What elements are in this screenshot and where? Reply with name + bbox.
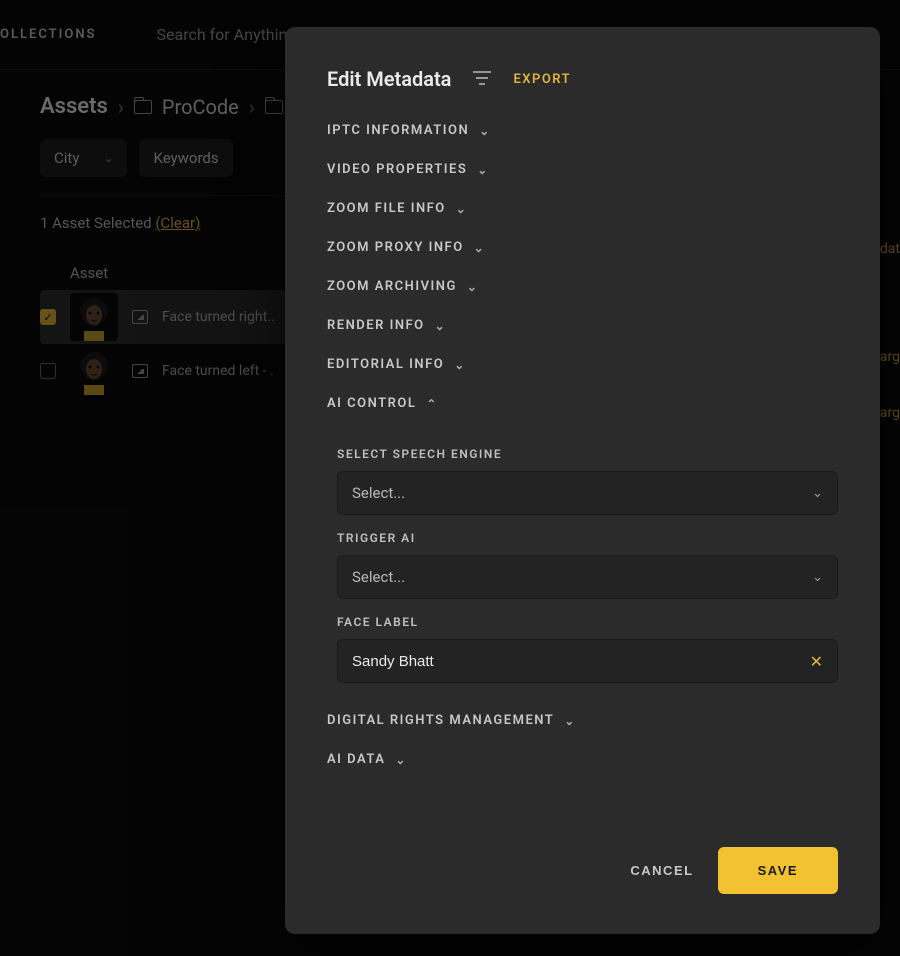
modal-body: IPTC INFORMATION ⌄ VIDEO PROPERTIES ⌄ ZO… — [285, 101, 880, 823]
chevron-down-icon: ⌄ — [812, 486, 823, 501]
chevron-down-icon: ⌄ — [395, 753, 407, 767]
section-zoom-proxy-info[interactable]: ZOOM PROXY INFO ⌄ — [327, 228, 838, 267]
filter-icon[interactable] — [473, 70, 491, 89]
field-label-face-label: FACE LABEL — [337, 599, 838, 639]
modal-header: Edit Metadata EXPORT — [285, 27, 880, 101]
chevron-down-icon: ⌄ — [812, 570, 823, 585]
section-label: VIDEO PROPERTIES — [327, 162, 467, 177]
section-label: ZOOM FILE INFO — [327, 201, 446, 216]
section-iptc-information[interactable]: IPTC INFORMATION ⌄ — [327, 111, 838, 150]
section-ai-data[interactable]: AI DATA ⌄ — [327, 740, 838, 779]
section-label: DIGITAL RIGHTS MANAGEMENT — [327, 713, 554, 728]
cancel-button[interactable]: CANCEL — [630, 863, 693, 878]
field-label-trigger-ai: TRIGGER AI — [337, 515, 838, 555]
section-editorial-info[interactable]: EDITORIAL INFO ⌄ — [327, 345, 838, 384]
section-label: AI CONTROL — [327, 396, 416, 411]
section-label: EDITORIAL INFO — [327, 357, 444, 372]
input-face-label[interactable]: ✕ — [337, 639, 838, 683]
export-button[interactable]: EXPORT — [513, 72, 571, 87]
clear-input-icon[interactable]: ✕ — [800, 652, 823, 671]
chevron-down-icon: ⌄ — [456, 202, 468, 216]
section-zoom-archiving[interactable]: ZOOM ARCHIVING ⌄ — [327, 267, 838, 306]
chevron-down-icon: ⌄ — [454, 358, 466, 372]
modal-title: Edit Metadata — [327, 67, 451, 91]
select-value: Select... — [352, 568, 405, 586]
chevron-down-icon: ⌄ — [479, 124, 491, 138]
ai-control-panel: SELECT SPEECH ENGINE Select... ⌄ TRIGGER… — [327, 423, 838, 687]
select-value: Select... — [352, 484, 405, 502]
modal-footer: CANCEL SAVE — [285, 823, 880, 934]
face-label-field[interactable] — [352, 653, 800, 670]
section-label: AI DATA — [327, 752, 385, 767]
section-render-info[interactable]: RENDER INFO ⌄ — [327, 306, 838, 345]
section-ai-control[interactable]: AI CONTROL ⌃ — [327, 384, 838, 423]
select-trigger-ai[interactable]: Select... ⌄ — [337, 555, 838, 599]
section-zoom-file-info[interactable]: ZOOM FILE INFO ⌄ — [327, 189, 838, 228]
section-video-properties[interactable]: VIDEO PROPERTIES ⌄ — [327, 150, 838, 189]
edit-metadata-modal: Edit Metadata EXPORT IPTC INFORMATION ⌄ … — [285, 27, 880, 934]
chevron-down-icon: ⌄ — [477, 163, 489, 177]
chevron-down-icon: ⌄ — [564, 714, 576, 728]
section-digital-rights-management[interactable]: DIGITAL RIGHTS MANAGEMENT ⌄ — [327, 701, 838, 740]
field-label-speech-engine: SELECT SPEECH ENGINE — [337, 431, 838, 471]
chevron-down-icon: ⌄ — [474, 241, 486, 255]
chevron-up-icon: ⌃ — [426, 397, 438, 411]
select-speech-engine[interactable]: Select... ⌄ — [337, 471, 838, 515]
chevron-down-icon: ⌄ — [435, 319, 447, 333]
chevron-down-icon: ⌄ — [467, 280, 479, 294]
section-label: IPTC INFORMATION — [327, 123, 469, 138]
section-label: ZOOM ARCHIVING — [327, 279, 457, 294]
save-button[interactable]: SAVE — [718, 847, 838, 894]
section-label: RENDER INFO — [327, 318, 425, 333]
section-label: ZOOM PROXY INFO — [327, 240, 464, 255]
